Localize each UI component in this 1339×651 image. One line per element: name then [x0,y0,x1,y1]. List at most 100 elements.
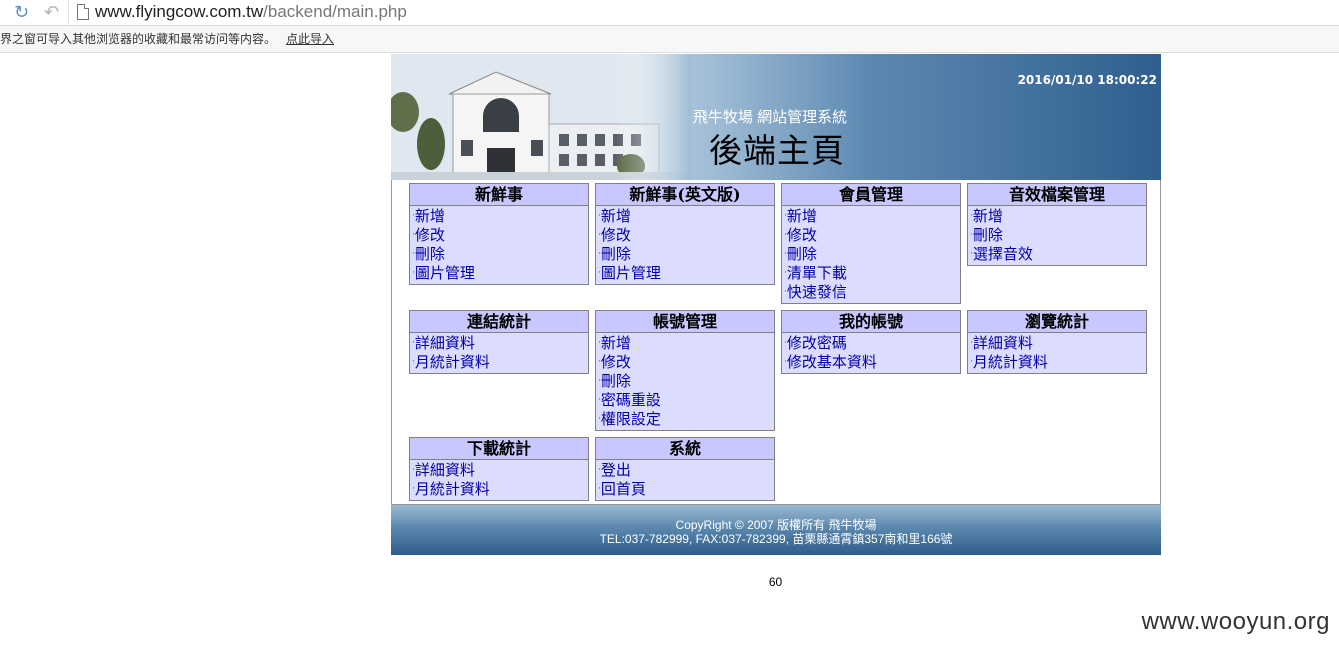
menu-grid: 新鮮事 ·新增 ·修改 ·刪除 ·圖片管理 新鮮事(英文版) ·新增 ·修改 ·刪除 ·圖片管理會… [391,180,1161,505]
menu-link[interactable]: ·快速發信 [784,283,960,302]
page-icon [77,4,89,20]
menu-link-label: 刪除 [972,226,1003,244]
menu-link[interactable]: ·新增 [598,207,774,226]
menu-box: 會員管理 ·新增 ·修改 ·刪除 ·清單下載 ·快速發信 [781,183,961,304]
menu-box: 新鮮事(英文版) ·新增 ·修改 ·刪除 ·圖片管理 [595,183,775,285]
menu-link[interactable]: ·刪除 [784,245,960,264]
menu-link[interactable]: ·圖片管理 [598,264,774,283]
menu-box-title: 連結統計 [410,311,588,333]
menu-box: 新鮮事 ·新增 ·修改 ·刪除 ·圖片管理 [409,183,589,285]
menu-link[interactable]: ·修改 [598,353,774,372]
menu-link[interactable]: ·新增 [970,207,1146,226]
menu-link-label: 月統計資料 [972,353,1048,371]
infobar-text: 界之窗可导入其他浏览器的收藏和最常访问等内容。 [0,32,277,46]
menu-link-label: 修改 [414,226,445,244]
url-text: www.flyingcow.com.tw/backend/main.php [95,2,407,21]
menu-item-list: ·新增 ·刪除 ·選擇音效 [968,206,1146,265]
menu-link[interactable]: ·修改 [412,226,588,245]
menu-item-list: ·新增 ·修改 ·刪除 ·圖片管理 [596,206,774,284]
menu-link-label: 刪除 [414,245,445,263]
menu-link[interactable]: ·權限設定 [598,410,774,429]
menu-box-title: 我的帳號 [782,311,960,333]
menu-link[interactable]: ·清單下載 [784,264,960,283]
menu-link[interactable]: ·密碼重設 [598,391,774,410]
menu-link[interactable]: ·修改 [784,226,960,245]
menu-link[interactable]: ·詳細資料 [970,334,1146,353]
menu-link-label: 修改 [786,226,817,244]
menu-link[interactable]: ·月統計資料 [412,480,588,499]
menu-link[interactable]: ·刪除 [598,245,774,264]
menu-link-label: 快速發信 [786,283,847,301]
menu-link[interactable]: ·刪除 [598,372,774,391]
menu-link[interactable]: ·登出 [598,461,774,480]
menu-box-title: 新鮮事(英文版) [596,184,774,206]
menu-link[interactable]: ·回首頁 [598,480,774,499]
menu-box-title: 新鮮事 [410,184,588,206]
menu-link[interactable]: ·修改基本資料 [784,353,960,372]
menu-link[interactable]: ·刪除 [412,245,588,264]
page-title: 後端主頁 [709,131,845,170]
menu-link-label: 修改 [600,226,631,244]
menu-link-label: 月統計資料 [414,353,490,371]
menu-link[interactable]: ·圖片管理 [412,264,588,283]
menu-link-label: 清單下載 [786,264,847,282]
import-infobar: 界之窗可导入其他浏览器的收藏和最常访问等内容。 点此导入 [0,26,1339,53]
menu-link-label: 詳細資料 [972,334,1033,352]
header-banner: 飛牛牧場 網站管理系統 後端主頁 2016/01/10 18:00:22 [391,54,1161,180]
menu-box-title: 下載統計 [410,438,588,460]
menu-link[interactable]: ·詳細資料 [412,461,588,480]
menu-link-label: 刪除 [600,372,631,390]
menu-link-label: 詳細資料 [414,461,475,479]
menu-link[interactable]: ·修改 [598,226,774,245]
menu-link[interactable]: ·新增 [412,207,588,226]
menu-box-title: 帳號管理 [596,311,774,333]
menu-link[interactable]: ·月統計資料 [412,353,588,372]
menu-link-label: 新增 [600,207,631,225]
menu-link-label: 登出 [600,461,631,479]
watermark: www.wooyun.org [1141,608,1330,635]
admin-site: 飛牛牧場 網站管理系統 後端主頁 2016/01/10 18:00:22 新鮮事… [391,54,1161,555]
menu-link-label: 圖片管理 [414,264,475,282]
undo-icon[interactable]: ↶ [44,3,59,21]
menu-link[interactable]: ·新增 [784,207,960,226]
menu-box: 連結統計 ·詳細資料 ·月統計資料 [409,310,589,374]
menu-link-label: 新增 [414,207,445,225]
page-number: 60 [768,575,783,589]
menu-box: 帳號管理 ·新增 ·修改 ·刪除 ·密碼重設 ·權限設定 [595,310,775,431]
menu-link[interactable]: ·選擇音效 [970,245,1146,264]
menu-link[interactable]: ·新增 [598,334,774,353]
menu-item-list: ·新增 ·修改 ·刪除 ·密碼重設 ·權限設定 [596,333,774,430]
url-field[interactable]: www.flyingcow.com.tw/backend/main.php [68,0,1339,25]
menu-box-title: 系統 [596,438,774,460]
menu-link-label: 詳細資料 [414,334,475,352]
menu-box-title: 瀏覽統計 [968,311,1146,333]
menu-link-label: 修改 [600,353,631,371]
menu-link-label: 月統計資料 [414,480,490,498]
address-bar: ↻ ↶ www.flyingcow.com.tw/backend/main.ph… [0,0,1339,26]
datetime-label: 2016/01/10 18:00:22 [1017,73,1157,87]
menu-link[interactable]: ·月統計資料 [970,353,1146,372]
menu-link-label: 圖片管理 [600,264,661,282]
menu-link-label: 密碼重設 [600,391,661,409]
menu-item-list: ·詳細資料 ·月統計資料 [968,333,1146,373]
menu-link[interactable]: ·修改密碼 [784,334,960,353]
menu-item-list: ·修改密碼 ·修改基本資料 [782,333,960,373]
menu-item-list: ·詳細資料 ·月統計資料 [410,460,588,500]
menu-link-label: 刪除 [600,245,631,263]
menu-box: 瀏覽統計 ·詳細資料 ·月統計資料 [967,310,1147,374]
menu-link-label: 刪除 [786,245,817,263]
menu-box: 我的帳號 ·修改密碼 ·修改基本資料 [781,310,961,374]
menu-link[interactable]: ·詳細資料 [412,334,588,353]
menu-link[interactable]: ·刪除 [970,226,1146,245]
reload-icon[interactable]: ↻ [14,3,29,21]
menu-link-label: 權限設定 [600,410,661,428]
menu-item-list: ·新增 ·修改 ·刪除 ·圖片管理 [410,206,588,284]
import-link[interactable]: 点此导入 [286,32,334,46]
menu-link-label: 修改基本資料 [786,353,877,371]
menu-link-label: 回首頁 [600,480,646,498]
footer: CopyRight © 2007 版權所有 飛牛牧場 TEL:037-78299… [391,505,1161,555]
menu-link-label: 新增 [600,334,631,352]
menu-box: 下載統計 ·詳細資料 ·月統計資料 [409,437,589,501]
copyright-text: CopyRight © 2007 版權所有 飛牛牧場 [675,518,877,532]
menu-link-label: 新增 [786,207,817,225]
